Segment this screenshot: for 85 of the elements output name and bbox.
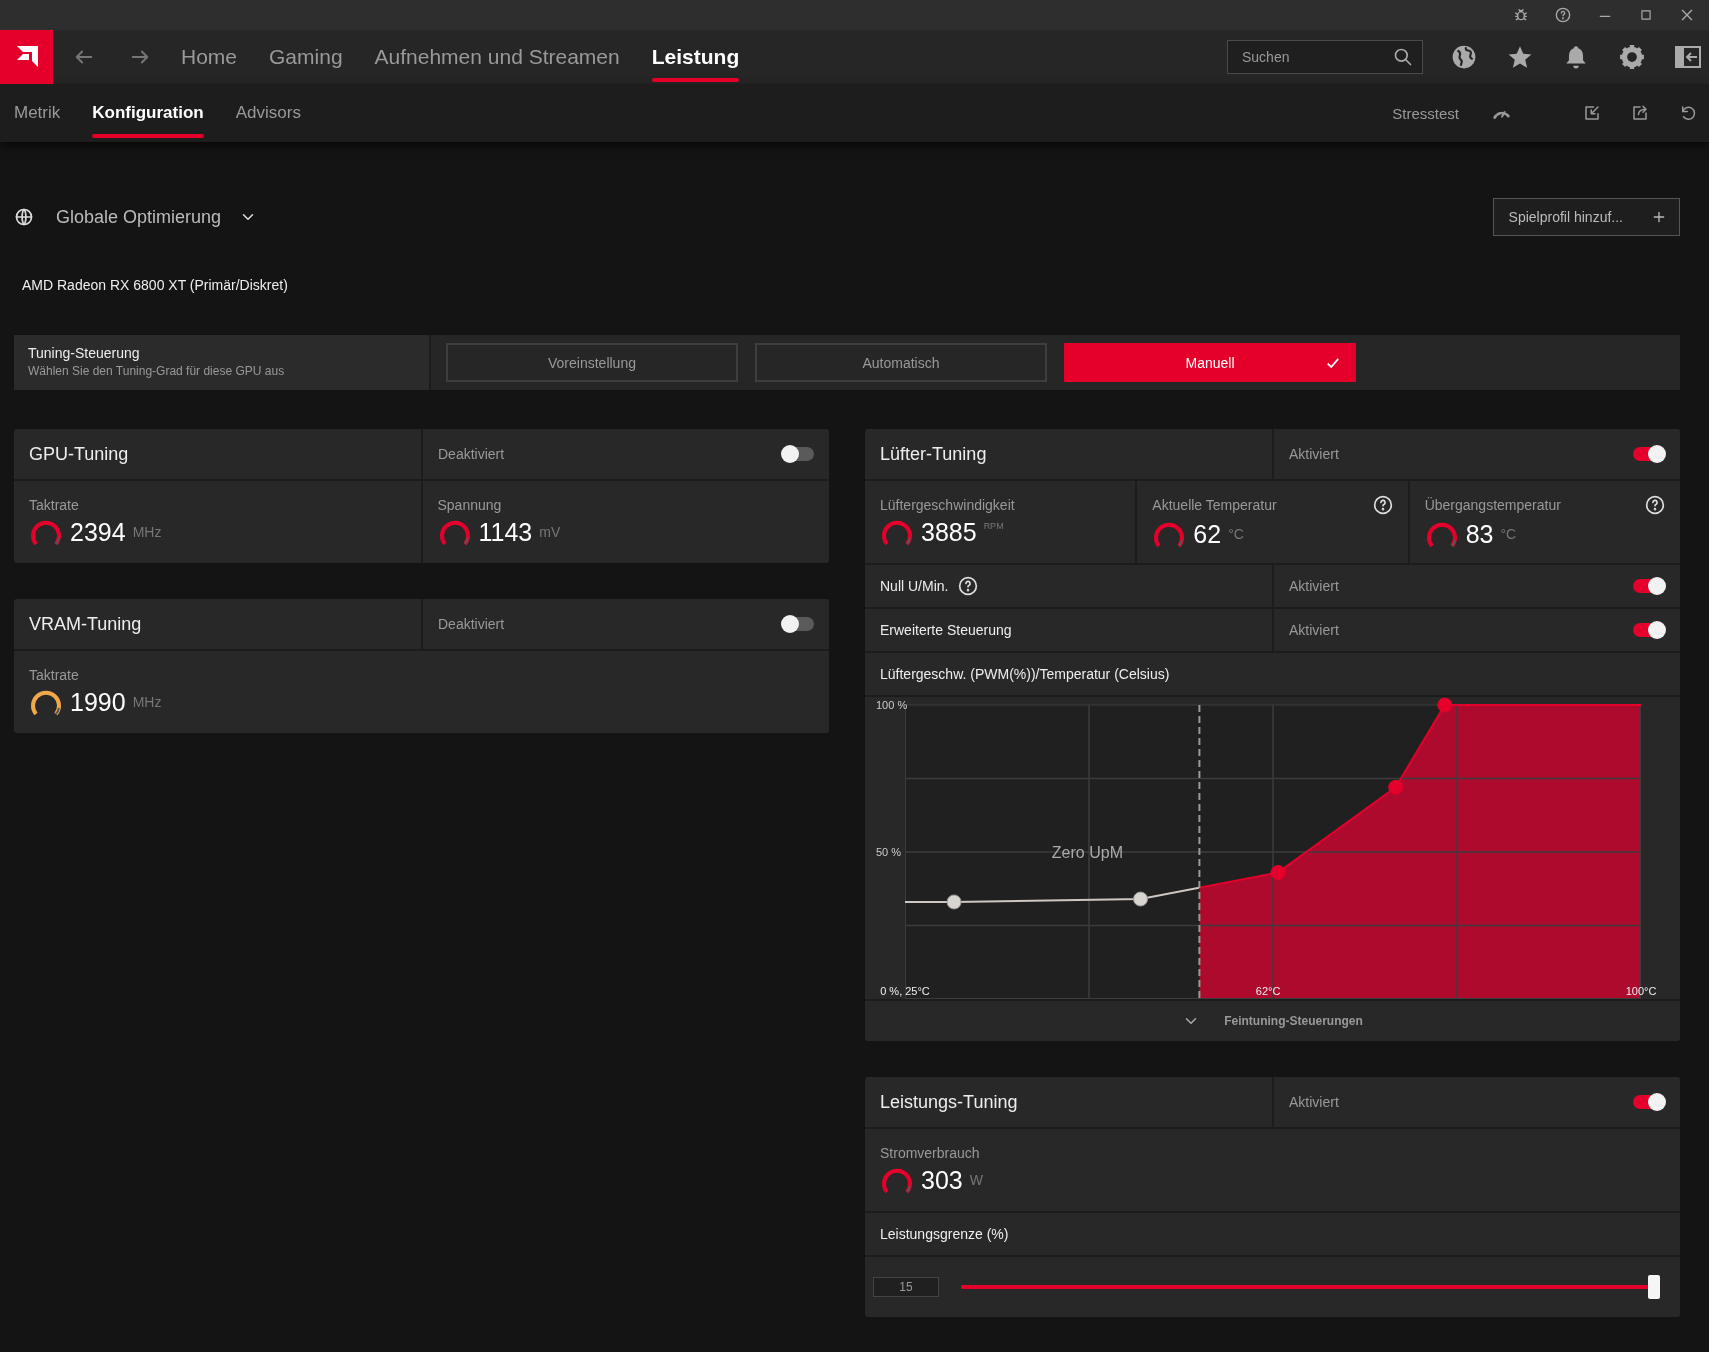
export-icon[interactable] <box>1631 104 1649 122</box>
metric-unit: °C <box>1500 526 1517 542</box>
tuning-option[interactable]: Automatisch <box>755 343 1047 382</box>
status-label: Deaktiviert <box>438 446 506 462</box>
value-field[interactable]: 15 <box>873 1277 939 1297</box>
check-icon <box>1326 356 1340 370</box>
metric-label: Taktrate <box>29 667 79 683</box>
maximize-icon[interactable] <box>1639 8 1653 22</box>
axis-label: 62°C <box>1255 985 1281 997</box>
toggle-switch[interactable] <box>1633 623 1665 637</box>
status-label: Aktiviert <box>1289 1094 1340 1110</box>
metric-value: 3885 <box>921 517 977 547</box>
bug-icon[interactable] <box>1513 7 1529 23</box>
tuning-option[interactable]: Voreinstellung <box>446 343 738 382</box>
help-icon[interactable] <box>1555 7 1571 23</box>
metric-unit: MHz <box>132 524 162 540</box>
close-icon[interactable] <box>1679 7 1695 23</box>
status-label: Aktiviert <box>1289 578 1340 594</box>
search-icon <box>1393 47 1413 67</box>
sidebar-toggle-icon[interactable] <box>1675 45 1701 69</box>
metric-unit: W <box>969 1172 983 1188</box>
card-title: Leistungs-Tuning <box>880 1091 1018 1113</box>
card-title: Lüfter-Tuning <box>880 443 987 465</box>
axis-label: 100 % <box>876 699 908 711</box>
tuning-control-title: Tuning-Steuerung <box>28 345 141 361</box>
reset-icon[interactable] <box>1679 104 1697 122</box>
metric-unit: MHz <box>132 694 162 710</box>
tab[interactable]: Leistung <box>651 30 740 84</box>
add-game-profile-button[interactable]: Spielprofil hinzuf... <box>1492 198 1680 236</box>
tab[interactable]: Konfiguration <box>92 84 204 142</box>
toggle-switch[interactable] <box>782 617 814 631</box>
settings-icon[interactable] <box>1619 44 1645 70</box>
card-title: GPU-Tuning <box>29 443 129 465</box>
setting-label: Leistungsgrenze (%) <box>880 1226 1009 1242</box>
tab[interactable]: Home <box>181 30 238 84</box>
stresstest-label[interactable]: Stresstest <box>1392 104 1459 122</box>
metric-value: 1990 <box>70 687 126 717</box>
metric-unit: mV <box>539 524 561 540</box>
status-label: Deaktiviert <box>438 616 506 632</box>
axis-label: 0 %, 25°C <box>880 985 930 997</box>
slider-thumb[interactable] <box>1648 1275 1660 1299</box>
profile-dropdown[interactable]: Globale Optimierung <box>56 206 222 228</box>
tuning-option[interactable]: Manuell <box>1064 343 1356 382</box>
globe-icon <box>14 207 34 227</box>
curve-point[interactable] <box>946 894 962 910</box>
metric-label: Übergangstemperatur <box>1424 497 1561 513</box>
card-title: VRAM-Tuning <box>29 613 142 635</box>
toggle-switch[interactable] <box>782 447 814 461</box>
metric-label: Lüftergeschwindigkeit <box>880 497 1015 513</box>
metric-label: Stromverbrauch <box>880 1145 980 1161</box>
bell-icon[interactable] <box>1563 44 1589 70</box>
curve-point[interactable] <box>1133 891 1148 907</box>
metric-value: 1143 <box>478 517 533 547</box>
metric-label: Aktuelle Temperatur <box>1152 497 1277 513</box>
metric-unit: °C <box>1228 526 1244 542</box>
tuning-control-subtitle: Wählen Sie den Tuning-Grad für diese GPU aus <box>28 364 286 378</box>
chart-title: Lüftergeschw. (PWM(%))/Temperatur (Celsius) <box>880 666 1170 682</box>
star-icon[interactable] <box>1507 44 1533 70</box>
globe-icon[interactable] <box>1451 44 1477 70</box>
setting-label: Erweiterte Steuerung <box>880 622 1012 638</box>
setting-label: Null U/Min. <box>880 578 949 594</box>
plus-icon <box>1651 209 1667 225</box>
tab[interactable]: Advisors <box>235 84 301 142</box>
axis-label: 50 % <box>876 846 902 858</box>
tab[interactable]: Gaming <box>269 30 343 84</box>
fine-tuning-expander[interactable]: Feintuning-Steuerungen <box>865 1001 1680 1041</box>
toggle-switch[interactable] <box>1633 1095 1665 1109</box>
toggle-switch[interactable] <box>1633 447 1665 461</box>
metric-value: 62 <box>1193 519 1222 549</box>
import-icon[interactable] <box>1583 104 1601 122</box>
metric-label: Taktrate <box>29 497 79 513</box>
logo-icon[interactable] <box>0 30 53 84</box>
metric-value: 2394 <box>70 517 126 547</box>
toggle-switch[interactable] <box>1633 579 1665 593</box>
status-label: Aktiviert <box>1289 446 1340 462</box>
status-label: Aktiviert <box>1289 622 1340 638</box>
annotation-label: Zero UpM <box>1051 844 1123 861</box>
metric-value: 303 <box>921 1165 963 1195</box>
metric-label: Spannung <box>437 497 502 513</box>
tab[interactable]: Metrik <box>14 84 61 142</box>
gpu-name: AMD Radeon RX 6800 XT (Primär/Diskret) <box>21 277 289 293</box>
metric-unit: RPM <box>983 521 1004 531</box>
tab[interactable]: Aufnehmen und Streamen <box>374 30 620 84</box>
search-field[interactable]: Suchen <box>1227 40 1423 74</box>
metric-value: 83 <box>1465 519 1494 549</box>
